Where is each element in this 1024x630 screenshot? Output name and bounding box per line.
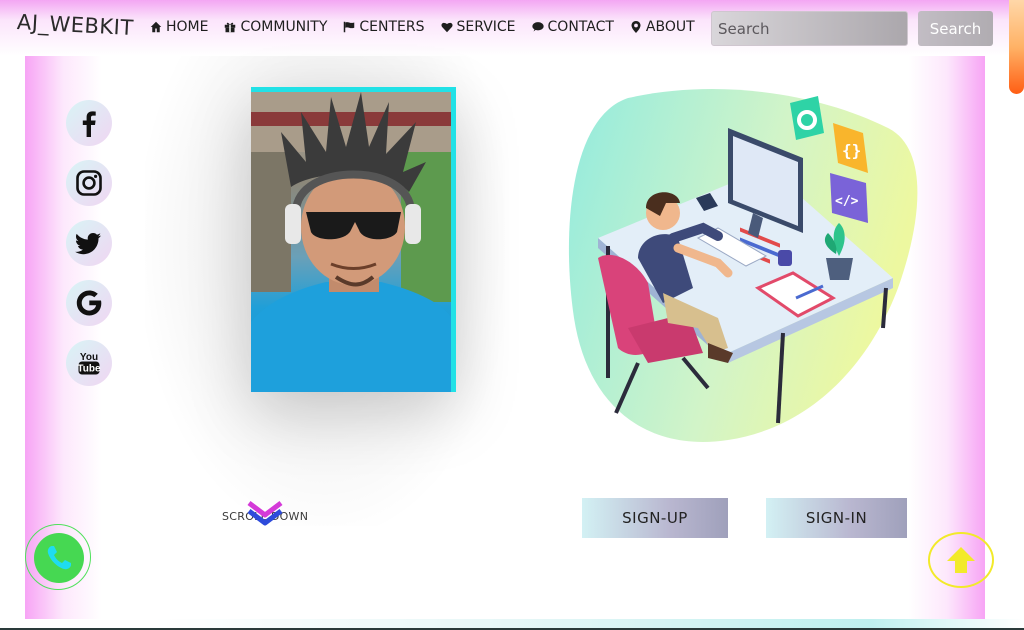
- call-button[interactable]: [34, 533, 84, 583]
- social-google[interactable]: [66, 280, 112, 326]
- social-youtube[interactable]: You Tube: [66, 340, 112, 386]
- back-to-top-button[interactable]: [940, 542, 982, 578]
- footer-strip: [0, 619, 1024, 630]
- instagram-icon: [76, 170, 102, 196]
- facebook-icon: [82, 111, 96, 137]
- search-input[interactable]: [711, 11, 908, 46]
- nav-item-label: CENTERS: [359, 19, 425, 35]
- heart-icon: [440, 22, 453, 33]
- nav-item-label: ABOUT: [645, 19, 695, 35]
- nav-item-contact[interactable]: CONTACT: [531, 19, 614, 35]
- map-marker-icon: [631, 21, 641, 33]
- nav-item-label: COMMUNITY: [240, 19, 328, 35]
- gift-icon: [225, 22, 236, 33]
- profile-photo-frame: [251, 87, 456, 392]
- arrow-up-icon: [947, 547, 975, 573]
- nav-item-centers[interactable]: CENTERS: [343, 19, 425, 35]
- search-button[interactable]: Search: [918, 11, 993, 46]
- nav-item-community[interactable]: COMMUNITY: [224, 19, 327, 35]
- nav-item-service[interactable]: SERVICE: [440, 19, 516, 35]
- main-menu: HOME COMMUNITY CENTERS SERVICE CONTACT A…: [150, 19, 711, 35]
- chevron-down-icon[interactable]: [246, 500, 284, 528]
- google-icon: [76, 290, 102, 316]
- home-icon: [150, 21, 162, 33]
- social-facebook[interactable]: [66, 100, 112, 146]
- nav-item-label: CONTACT: [547, 19, 614, 35]
- profile-photo: [251, 92, 451, 392]
- top-navbar: AJ_WEBKIT HOME COMMUNITY CENTERS SERVICE…: [0, 0, 1024, 56]
- scrollbar-thumb[interactable]: [1009, 0, 1024, 94]
- signin-button[interactable]: SIGN-IN: [766, 498, 907, 538]
- nav-item-label: SERVICE: [456, 19, 516, 35]
- twitter-icon: [75, 233, 101, 255]
- nav-item-home[interactable]: HOME: [150, 19, 208, 35]
- social-twitter[interactable]: [66, 220, 112, 266]
- nav-item-label: HOME: [166, 19, 209, 35]
- flag-icon: [344, 21, 355, 33]
- chat-icon: [531, 22, 544, 32]
- svg-text:</>: </>: [835, 194, 859, 209]
- phone-icon: [47, 546, 71, 570]
- youtube-you-text: You: [80, 352, 98, 363]
- social-instagram[interactable]: [66, 160, 112, 206]
- svg-text:{}: {}: [842, 141, 861, 160]
- developer-illustration: {} </>: [568, 89, 918, 442]
- nav-item-about[interactable]: ABOUT: [630, 19, 695, 35]
- brand-logo[interactable]: AJ_WEBKIT: [16, 10, 134, 40]
- youtube-icon: You Tube: [77, 352, 101, 375]
- signup-button[interactable]: SIGN-UP: [582, 498, 728, 538]
- youtube-tube-text: Tube: [77, 364, 101, 375]
